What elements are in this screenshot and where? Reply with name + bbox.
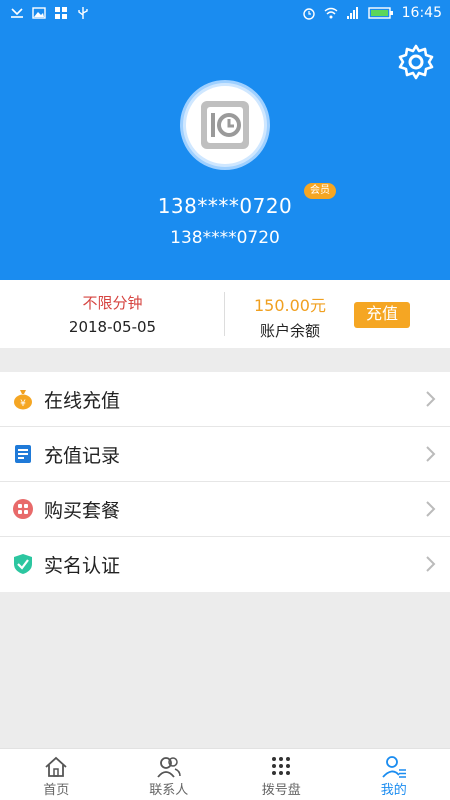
avatar-inner	[186, 86, 264, 164]
chevron-right-icon	[426, 446, 436, 462]
status-left	[10, 6, 90, 20]
tab-contacts[interactable]: 联系人	[113, 749, 226, 800]
alarm-icon	[302, 8, 315, 20]
menu-item-label: 实名认证	[44, 555, 121, 577]
tab-home[interactable]: 首页	[0, 749, 113, 800]
balance-amount: 150.00元	[254, 296, 326, 315]
svg-text:¥: ¥	[20, 399, 26, 409]
signal-icon	[346, 7, 358, 19]
status-right: 16:45	[302, 5, 442, 21]
tab-label: 联系人	[149, 783, 189, 798]
receipt-icon	[15, 445, 31, 463]
wifi-icon	[324, 7, 338, 19]
status-time: 16:45	[401, 5, 442, 21]
phone-number: 138****0720	[157, 194, 293, 218]
money-bag-icon: ¥	[14, 390, 32, 410]
chevron-right-icon	[426, 556, 436, 572]
chevron-right-icon	[426, 391, 436, 407]
gear-icon[interactable]	[396, 42, 436, 82]
balance-card: 不限分钟 2018-05-05 150.00元 账户余额 充值	[0, 280, 450, 348]
chevron-right-icon	[426, 501, 436, 517]
apps-icon	[55, 7, 67, 19]
contacts-icon	[157, 757, 181, 778]
plan-expiry-date: 2018-05-05	[68, 318, 157, 336]
menu-item-label: 充值记录	[44, 445, 121, 467]
member-badge: 会员	[304, 183, 336, 199]
app-logo-icon	[201, 101, 249, 149]
balance-info: 150.00元 账户余额	[225, 292, 355, 341]
status-bar: 16:45	[0, 0, 450, 30]
plan-info: 不限分钟 2018-05-05	[0, 292, 225, 336]
package-icon	[13, 499, 33, 519]
balance-label: 账户余额	[259, 322, 320, 340]
phone-number-secondary: 138****0720	[170, 228, 280, 248]
avatar[interactable]	[180, 80, 270, 170]
missed-call-icon	[11, 8, 23, 18]
plan-name: 不限分钟	[82, 294, 143, 312]
profile-icon	[382, 756, 406, 778]
tab-dialpad[interactable]: 拨号盘	[225, 749, 338, 800]
menu-item-label: 在线充值	[44, 390, 121, 412]
recharge-button[interactable]: 充值	[354, 302, 410, 328]
bottom-tab-bar: 首页 联系人 拨号盘 我的	[0, 748, 450, 800]
tab-label: 首页	[43, 783, 70, 798]
menu-item-label: 购买套餐	[44, 500, 121, 522]
tab-profile[interactable]: 我的	[338, 749, 450, 800]
menu-item-real-name-verification[interactable]: 实名认证	[0, 537, 450, 592]
profile-header: 138****0720 会员 138****0720	[0, 30, 450, 280]
home-icon	[45, 756, 67, 777]
menu-item-recharge-records[interactable]: 充值记录	[0, 427, 450, 482]
menu-item-online-recharge[interactable]: ¥ 在线充值	[0, 372, 450, 427]
battery-icon	[367, 7, 393, 19]
menu-list: ¥ 在线充值 充值记录 购买套餐 实名认证	[0, 372, 450, 592]
menu-item-buy-package[interactable]: 购买套餐	[0, 482, 450, 537]
tab-label: 我的	[380, 783, 407, 798]
verified-shield-icon	[14, 554, 32, 574]
tab-label: 拨号盘	[261, 783, 301, 798]
dialpad-icon	[272, 757, 291, 775]
image-icon	[32, 7, 46, 19]
usb-icon	[78, 7, 88, 19]
